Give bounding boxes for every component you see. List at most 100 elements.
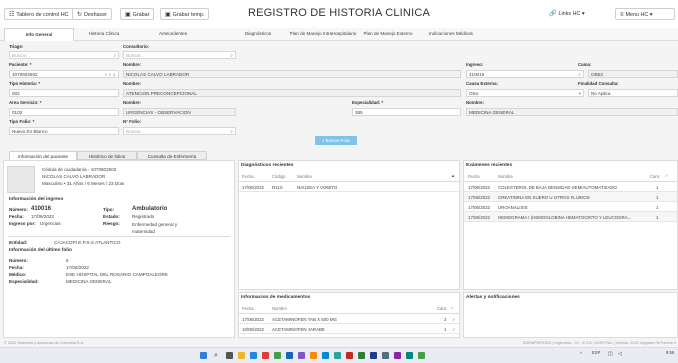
- folio-section-title: Información del último folio: [9, 248, 72, 253]
- app-icon[interactable]: [418, 352, 425, 359]
- diag-fecha: 17/06/2022: [242, 185, 264, 190]
- area-nombre-field: URGENCIAS - OBSERVACION: [123, 108, 236, 116]
- causa-externa-select[interactable]: Otra ▾: [466, 89, 584, 97]
- examenes-title: Exámenes recientes: [466, 163, 513, 168]
- network-icon[interactable]: ◫: [608, 351, 613, 357]
- tab-antecedentes[interactable]: Antecedentes: [138, 28, 208, 40]
- exam-cant: 1: [656, 195, 659, 200]
- entidad-value: CAJACOPI E.P.S-S ATLANTICO: [54, 240, 121, 245]
- word-icon[interactable]: [370, 352, 377, 359]
- app-icon[interactable]: [274, 352, 281, 359]
- tipo-folio-label: Tipo Folio: *: [9, 119, 35, 124]
- search-icon[interactable]: ⌕: [230, 128, 233, 134]
- area-nombre-label: Nombre:: [123, 100, 142, 105]
- tipo-folio-select[interactable]: Nuevo En Blanco: [9, 127, 119, 135]
- tipo-value: Ambulatorio: [132, 206, 168, 212]
- fecha-value: 17/06/2022: [31, 214, 54, 219]
- diag-header-fecha: Fecha: [242, 174, 254, 179]
- search-icon[interactable]: ⌕: [113, 52, 116, 58]
- taskbar: ⌕ ^ ESP ◫ ◁ 9:56: [0, 347, 678, 363]
- search-folio-button[interactable]: ⌕ Buscar Folio: [315, 136, 357, 145]
- chevron-up-icon[interactable]: ^: [580, 351, 582, 356]
- language-indicator[interactable]: ESP: [592, 350, 600, 355]
- folder-icon[interactable]: [310, 352, 317, 359]
- main-tabs: Info General Historia Clinica Antecedent…: [0, 28, 678, 41]
- app-icon[interactable]: [346, 352, 353, 359]
- status-bar: © 2022 Sistemas y Asesorias de Colombia …: [0, 339, 678, 347]
- check-icon: ✓: [452, 317, 456, 322]
- n-folio-input[interactable]: Buscar... ⌕: [123, 127, 236, 135]
- subtab-historico-folios[interactable]: Histórico de folios: [77, 151, 137, 160]
- exam-header-fecha: Fecha: [468, 174, 480, 179]
- warning-icon: ▲: [451, 173, 456, 178]
- edge-icon[interactable]: [286, 352, 293, 359]
- especialidad-input[interactable]: 385: [352, 108, 461, 116]
- diagnosticos-title: Diagnósticos recientes: [241, 163, 294, 168]
- windows-start-icon[interactable]: [200, 352, 207, 359]
- estado-label: Estado:: [103, 214, 120, 219]
- search-icon[interactable]: ⌕: [214, 352, 221, 359]
- paciente-input[interactable]: 1070602502 ⌕ ⌕ ♙: [9, 70, 119, 78]
- consultorio-input[interactable]: Buscar... ⌕: [123, 51, 236, 59]
- triage-input[interactable]: Buscar... ⌕: [9, 51, 119, 59]
- mail-icon[interactable]: [322, 352, 329, 359]
- consultorio-label: Consultorio:: [123, 44, 150, 49]
- area-servicio-input[interactable]: 0102: [9, 108, 119, 116]
- exam-fecha: 17/06/2022: [468, 205, 490, 210]
- search-icon[interactable]: ⌕: [230, 52, 233, 58]
- riesgo-value: Enfermedad general y maternidad: [132, 222, 178, 234]
- browser-icon[interactable]: [250, 352, 257, 359]
- subtab-informacion-paciente[interactable]: Información del paciente: [9, 151, 77, 160]
- med-nombre: ACETAMINOFEN JARABE: [272, 327, 325, 332]
- menu-button[interactable]: ≡ Menu HC ▾: [615, 8, 675, 20]
- exam-fecha: 17/06/2022: [468, 185, 490, 190]
- tab-plan-externo[interactable]: Plan de Manejo Externo: [348, 28, 428, 40]
- medico-label: Médico:: [9, 272, 27, 277]
- app-icon[interactable]: [382, 352, 389, 359]
- check-icon: ✓: [665, 173, 669, 178]
- cama-label: Cama:: [578, 62, 592, 67]
- home-icon: ⌂: [451, 305, 454, 310]
- subtab-consulta-enfermeria[interactable]: Consulta de Enfermería: [137, 151, 207, 160]
- patient-document: Cédula de ciudadanía - 1070602502: [42, 167, 117, 172]
- search-user-icons[interactable]: ⌕ ⌕ ♙: [105, 71, 116, 77]
- tab-indicaciones-medicas[interactable]: Indicaciones Médicas: [420, 28, 482, 40]
- tipo-historia-input[interactable]: 002: [9, 89, 119, 97]
- search-icon[interactable]: ⌕: [578, 71, 581, 77]
- exam-fecha: 17/06/2022: [468, 215, 490, 220]
- finalidad-select[interactable]: No Aplica: [588, 89, 678, 97]
- paciente-label: Paciente: *: [9, 62, 32, 67]
- check-icon: ✓: [452, 327, 456, 332]
- excel-icon[interactable]: [358, 352, 365, 359]
- volume-icon[interactable]: ◁: [618, 351, 622, 357]
- file-explorer-icon[interactable]: [238, 352, 245, 359]
- links-button[interactable]: 🔗 Links HC ▾: [545, 8, 589, 20]
- ingreso-section-title: Información del ingreso: [9, 197, 64, 202]
- chrome-icon[interactable]: [262, 352, 269, 359]
- diag-header-codigo: Código: [272, 174, 286, 179]
- app-icon[interactable]: [394, 352, 401, 359]
- tipo-label: Tipo:: [103, 207, 115, 212]
- app-icon[interactable]: [334, 352, 341, 359]
- tab-historia-clinica[interactable]: Historia Clinica: [74, 28, 134, 40]
- divider: [8, 236, 230, 237]
- medico-value: ESE HOSPITAL DEL ROSARIO CAMPOALEGRE: [66, 272, 168, 277]
- app-icon[interactable]: [406, 352, 413, 359]
- copyright-text: © 2022 Sistemas y Asesorias de Colombia …: [4, 341, 85, 345]
- ingreso-input[interactable]: 410016 ⌕: [466, 70, 584, 78]
- especialidad-nombre-field: MEDICINA GENERAL: [466, 108, 678, 116]
- exam-cant: 1: [656, 215, 659, 220]
- tab-info-general[interactable]: Info General: [4, 28, 74, 41]
- diag-nombre: NAUSEA Y VOMITO: [297, 185, 338, 190]
- exam-nombre: CREATININA EN SUERO U OTROS FLUIDOS: [498, 195, 590, 200]
- finalidad-label: Finalidad Consulta:: [578, 81, 619, 86]
- tab-diagnosticos[interactable]: Diagnósticos: [238, 28, 278, 40]
- teams-icon[interactable]: [298, 352, 305, 359]
- exam-cant: 1: [656, 185, 659, 190]
- clock[interactable]: 9:56: [666, 350, 674, 355]
- exam-nombre: HEMOGRAMA I (HEMOGLOBINA HEMATOCRITO Y L…: [498, 215, 632, 220]
- n-folio-label: N° Folio:: [123, 119, 142, 124]
- task-view-icon[interactable]: [226, 352, 233, 359]
- area-servicio-label: Area Servicio: *: [9, 100, 42, 105]
- avatar: [7, 166, 35, 193]
